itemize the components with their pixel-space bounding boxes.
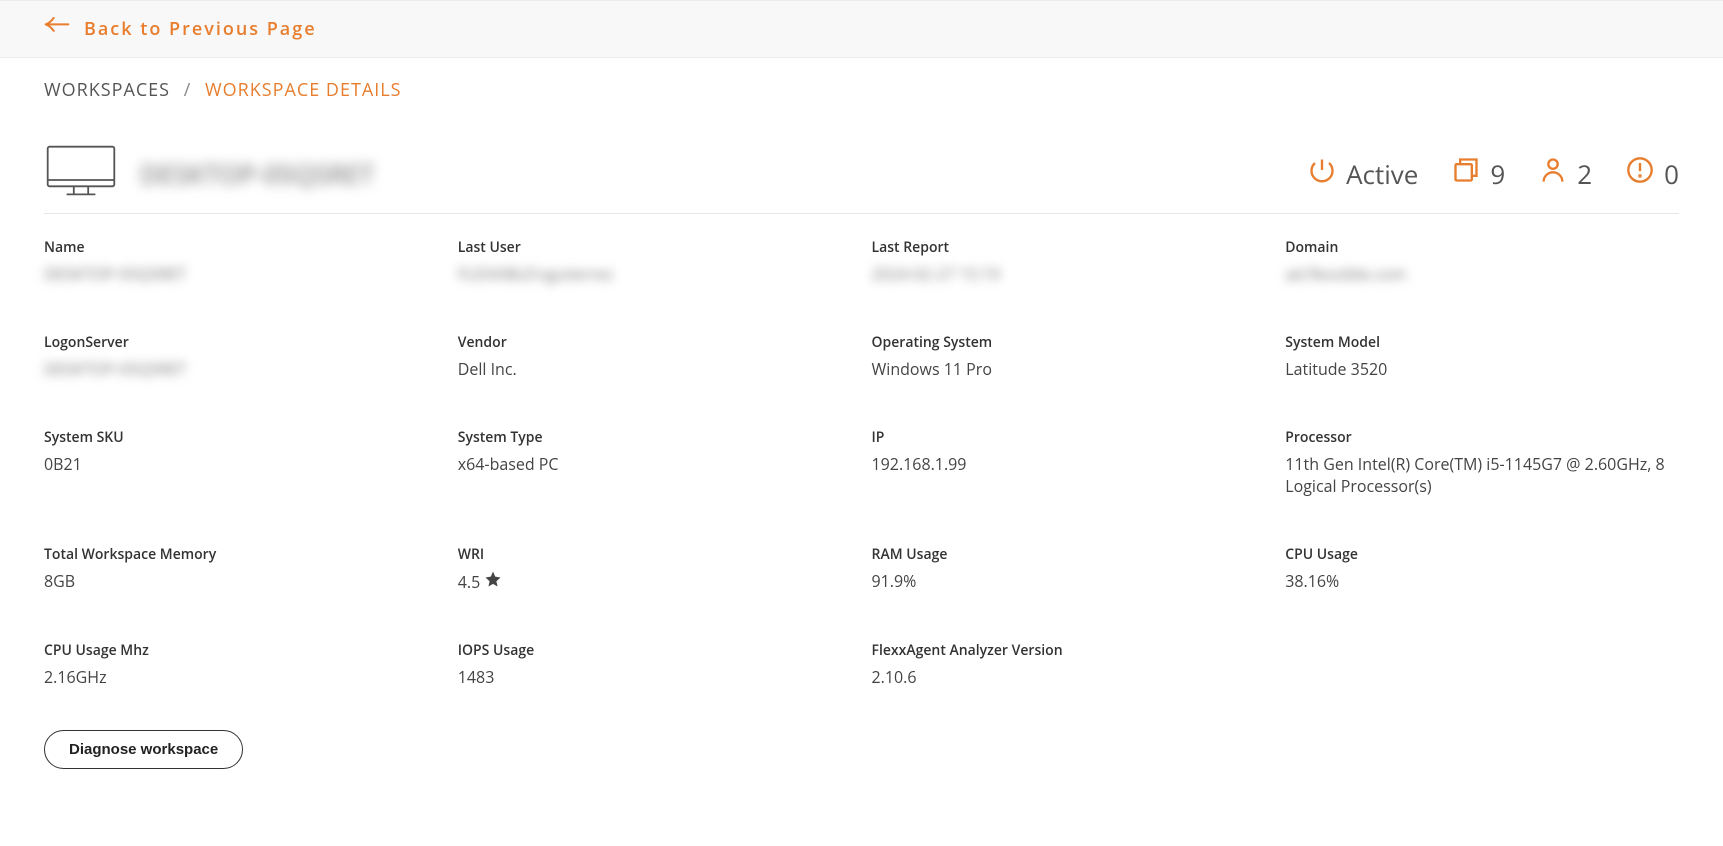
alerts-stat: 0 [1626, 156, 1679, 192]
field-ip: IP 192.168.1.99 [872, 428, 1266, 497]
breadcrumb-separator: / [184, 78, 192, 102]
label-cpu-usage: CPU Usage [1285, 545, 1679, 564]
value-ram-usage: 91.9% [872, 570, 1266, 592]
label-system-model: System Model [1285, 333, 1679, 352]
sessions-count: 9 [1490, 156, 1505, 192]
label-last-user: Last User [458, 238, 852, 257]
field-processor: Processor 11th Gen Intel(R) Core(TM) i5-… [1285, 428, 1679, 497]
field-name: Name DESKTOP-05QSRET [44, 238, 438, 285]
field-last-report: Last Report 2024-02-27 15:19 [872, 238, 1266, 285]
label-vendor: Vendor [458, 333, 852, 352]
field-cpu-usage: CPU Usage 38.16% [1285, 545, 1679, 593]
label-last-report: Last Report [872, 238, 1266, 257]
status-indicator: Active [1308, 156, 1418, 192]
label-system-type: System Type [458, 428, 852, 447]
users-stat: 2 [1539, 156, 1592, 192]
top-bar: Back to Previous Page [0, 0, 1723, 58]
label-domain: Domain [1285, 238, 1679, 257]
value-name: DESKTOP-05QSRET [44, 263, 438, 285]
value-os: Windows 11 Pro [872, 358, 1266, 380]
value-total-memory: 8GB [44, 570, 438, 592]
diagnose-workspace-button[interactable]: Diagnose workspace [44, 730, 243, 769]
info-grid: Name DESKTOP-05QSRET Last User FLEXXIBLE… [44, 238, 1679, 688]
label-iops-usage: IOPS Usage [458, 641, 852, 660]
alerts-count: 0 [1664, 156, 1679, 192]
value-analyzer-version: 2.10.6 [872, 666, 1266, 688]
back-arrow-icon [44, 15, 70, 43]
field-os: Operating System Windows 11 Pro [872, 333, 1266, 380]
value-ip: 192.168.1.99 [872, 453, 1266, 475]
field-logon-server: LogonServer DESKTOP-05QSRET [44, 333, 438, 380]
sessions-stat: 9 [1452, 156, 1505, 192]
value-wri: 4.5 [458, 571, 481, 593]
breadcrumb-current: WORKSPACE DETAILS [205, 78, 402, 102]
label-cpu-usage-mhz: CPU Usage Mhz [44, 641, 438, 660]
value-cpu-usage-mhz: 2.16GHz [44, 666, 438, 688]
value-system-sku: 0B21 [44, 453, 438, 475]
field-domain: Domain ad.flexxible.com [1285, 238, 1679, 285]
value-last-report: 2024-02-27 15:19 [872, 263, 1266, 285]
back-link[interactable]: Back to Previous Page [44, 15, 317, 43]
field-wri: WRI 4.5 [458, 545, 852, 593]
field-vendor: Vendor Dell Inc. [458, 333, 852, 380]
value-last-user: FLEXXIBLE\rgutierrez [458, 263, 852, 285]
status-text: Active [1346, 156, 1418, 192]
value-system-type: x64-based PC [458, 453, 852, 475]
label-logon-server: LogonServer [44, 333, 438, 352]
field-system-model: System Model Latitude 3520 [1285, 333, 1679, 380]
value-domain: ad.flexxible.com [1285, 263, 1679, 285]
label-ip: IP [872, 428, 1266, 447]
users-count: 2 [1577, 156, 1592, 192]
label-analyzer-version: FlexxAgent Analyzer Version [872, 641, 1266, 660]
user-icon [1539, 156, 1567, 192]
value-processor: 11th Gen Intel(R) Core(TM) i5-1145G7 @ 2… [1285, 453, 1679, 497]
breadcrumb: WORKSPACES / WORKSPACE DETAILS [44, 78, 1679, 102]
field-cpu-usage-mhz: CPU Usage Mhz 2.16GHz [44, 641, 438, 688]
label-processor: Processor [1285, 428, 1679, 447]
sessions-icon [1452, 156, 1480, 192]
field-ram-usage: RAM Usage 91.9% [872, 545, 1266, 593]
star-icon [484, 570, 502, 593]
value-system-model: Latitude 3520 [1285, 358, 1679, 380]
label-wri: WRI [458, 545, 852, 564]
value-vendor: Dell Inc. [458, 358, 852, 380]
label-ram-usage: RAM Usage [872, 545, 1266, 564]
field-system-type: System Type x64-based PC [458, 428, 852, 497]
field-iops-usage: IOPS Usage 1483 [458, 641, 852, 688]
workspace-icon [44, 144, 118, 203]
back-link-label: Back to Previous Page [84, 17, 317, 41]
label-name: Name [44, 238, 438, 257]
breadcrumb-root[interactable]: WORKSPACES [44, 78, 170, 102]
field-total-memory: Total Workspace Memory 8GB [44, 545, 438, 593]
alert-icon [1626, 156, 1654, 192]
field-system-sku: System SKU 0B21 [44, 428, 438, 497]
workspace-header: DESKTOP-05QSRET Active 9 2 [44, 144, 1679, 214]
value-cpu-usage: 38.16% [1285, 570, 1679, 592]
label-total-memory: Total Workspace Memory [44, 545, 438, 564]
workspace-title: DESKTOP-05QSRET [140, 156, 374, 192]
value-logon-server: DESKTOP-05QSRET [44, 358, 438, 380]
label-system-sku: System SKU [44, 428, 438, 447]
power-icon [1308, 156, 1336, 192]
field-last-user: Last User FLEXXIBLE\rgutierrez [458, 238, 852, 285]
value-iops-usage: 1483 [458, 666, 852, 688]
label-os: Operating System [872, 333, 1266, 352]
field-analyzer-version: FlexxAgent Analyzer Version 2.10.6 [872, 641, 1266, 688]
